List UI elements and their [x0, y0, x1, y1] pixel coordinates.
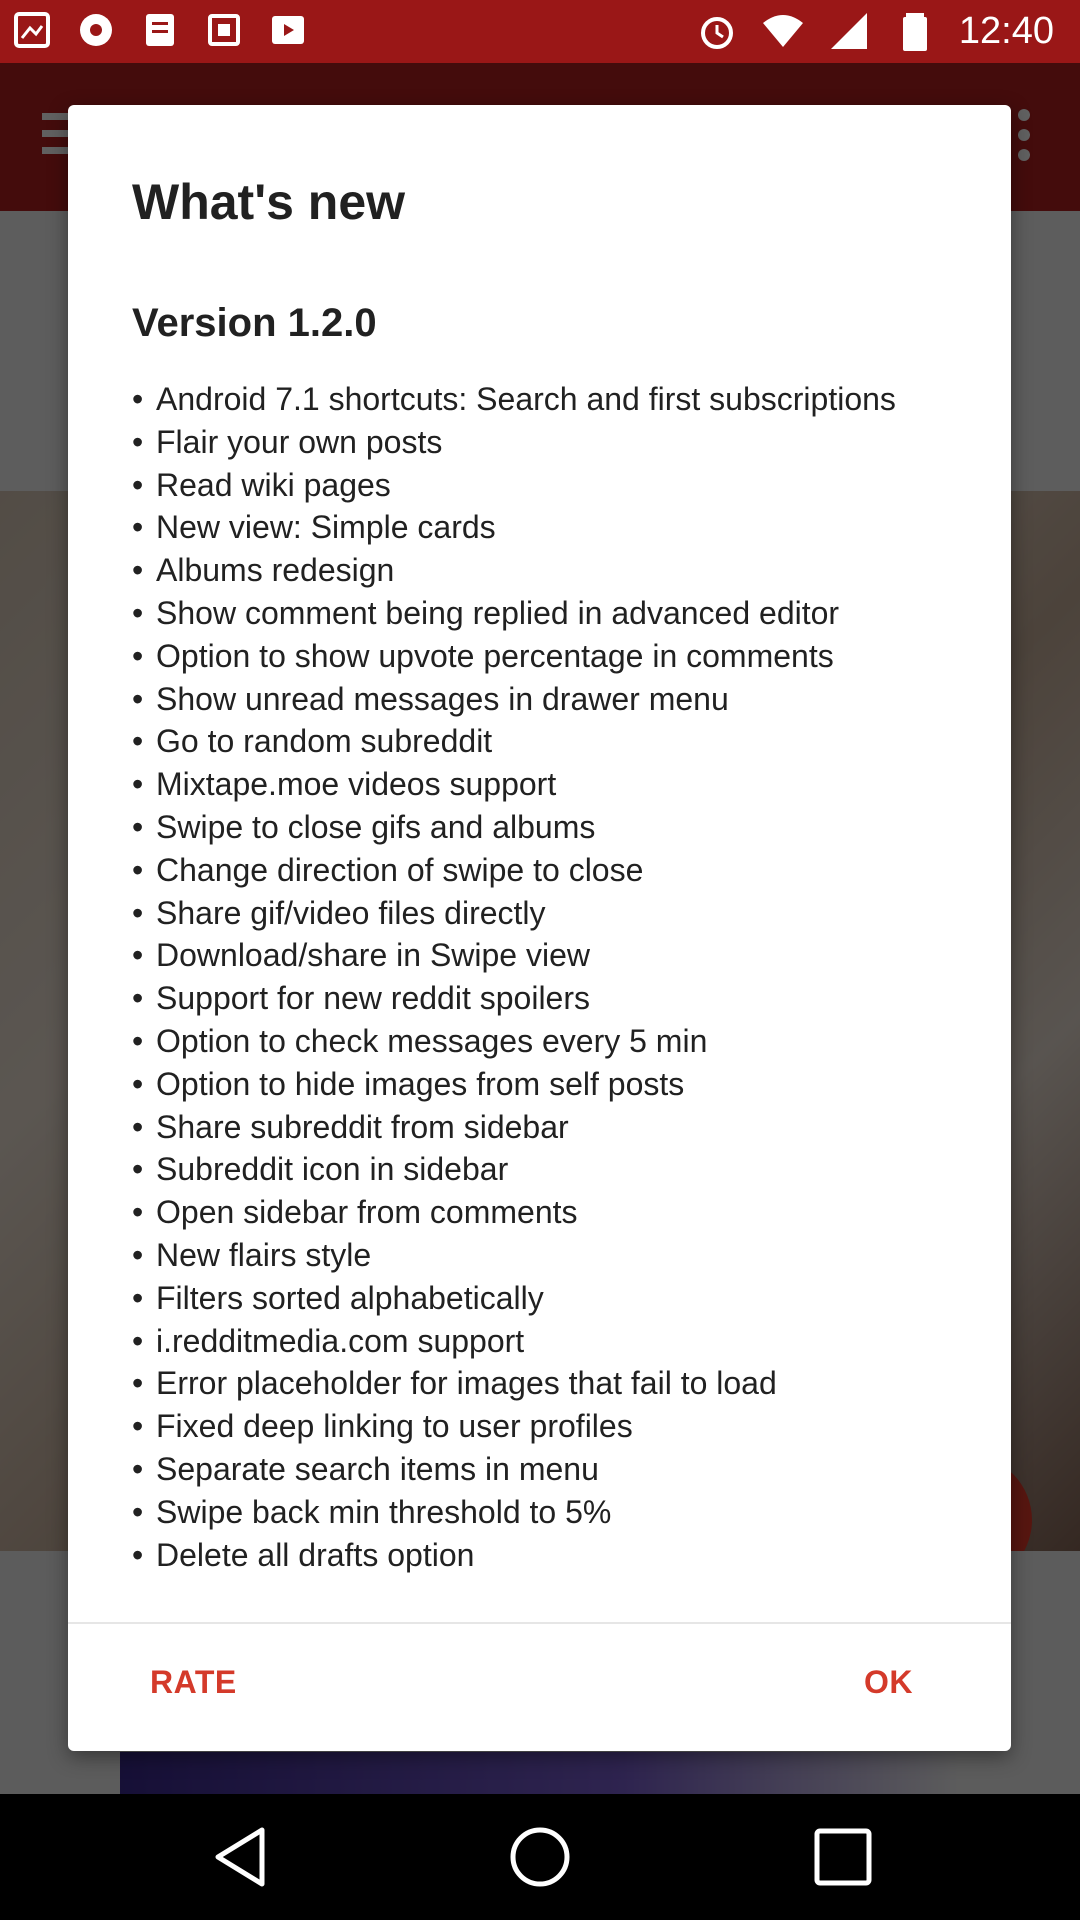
changelog-item: Filters sorted alphabetically: [132, 1277, 962, 1320]
changelog-item: Fixed deep linking to user profiles: [132, 1405, 962, 1448]
dialog-actions: RATE OK: [68, 1624, 1011, 1751]
signal-icon: [830, 13, 867, 49]
changelog-list: Android 7.1 shortcuts: Search and first …: [132, 378, 962, 1576]
changelog-item: Show comment being replied in advanced e…: [132, 592, 962, 635]
changelog-item: Option to show upvote percentage in comm…: [132, 635, 962, 678]
alarm-icon: [700, 17, 733, 49]
changelog-item: Share gif/video files directly: [132, 892, 962, 935]
changelog-item: Support for new reddit spoilers: [132, 977, 962, 1020]
changelog-item: Option to check messages every 5 min: [132, 1020, 962, 1063]
changelog-item: Go to random subreddit: [132, 720, 962, 763]
notification-icon: [272, 16, 304, 44]
back-icon[interactable]: [206, 1822, 276, 1892]
notification-icon: [146, 14, 174, 46]
changelog-item: Subreddit icon in sidebar: [132, 1148, 962, 1191]
changelog-item: Separate search items in menu: [132, 1448, 962, 1491]
changelog-item: Option to hide images from self posts: [132, 1063, 962, 1106]
navigation-bar: [0, 1794, 1080, 1920]
changelog-item: Show unread messages in drawer menu: [132, 678, 962, 721]
dialog-title: What's new: [132, 174, 406, 230]
changelog-item: New flairs style: [132, 1234, 962, 1277]
changelog-item: Mixtape.moe videos support: [132, 763, 962, 806]
changelog-item: Android 7.1 shortcuts: Search and first …: [132, 378, 962, 421]
changelog-item: Flair your own posts: [132, 421, 962, 464]
changelog-item: New view: Simple cards: [132, 506, 962, 549]
home-icon[interactable]: [505, 1822, 575, 1892]
changelog-item: Share subreddit from sidebar: [132, 1106, 962, 1149]
battery-icon: [902, 13, 927, 51]
notification-icon: [208, 14, 240, 46]
changelog-item: Read wiki pages: [132, 464, 962, 507]
changelog-item: Open sidebar from comments: [132, 1191, 962, 1234]
rate-button[interactable]: RATE: [136, 1658, 251, 1707]
changelog-item: Delete all drafts option: [132, 1534, 962, 1577]
screen: 12:40 What's new Version 1.2.0 Android 7…: [0, 0, 1080, 1920]
clock: 12:40: [958, 10, 1054, 52]
changelog-item: Swipe back min threshold to 5%: [132, 1491, 962, 1534]
version-heading: Version 1.2.0: [132, 301, 377, 345]
notification-icon: [80, 14, 112, 46]
status-bar: 12:40: [0, 0, 1080, 63]
recents-icon[interactable]: [808, 1822, 878, 1892]
changelog-item: Download/share in Swipe view: [132, 934, 962, 977]
changelog-item: i.redditmedia.com support: [132, 1320, 962, 1363]
changelog-item: Swipe to close gifs and albums: [132, 806, 962, 849]
changelog-item: Error placeholder for images that fail t…: [132, 1362, 962, 1405]
changelog-item: Albums redesign: [132, 549, 962, 592]
changelog-item: Change direction of swipe to close: [132, 849, 962, 892]
notification-icon: [14, 12, 50, 48]
whats-new-dialog: What's new Version 1.2.0 Android 7.1 sho…: [68, 105, 1011, 1751]
ok-button[interactable]: OK: [850, 1658, 927, 1707]
wifi-icon: [762, 15, 803, 47]
changelog-scroll-area[interactable]: Version 1.2.0 Android 7.1 shortcuts: Sea…: [132, 280, 962, 1622]
